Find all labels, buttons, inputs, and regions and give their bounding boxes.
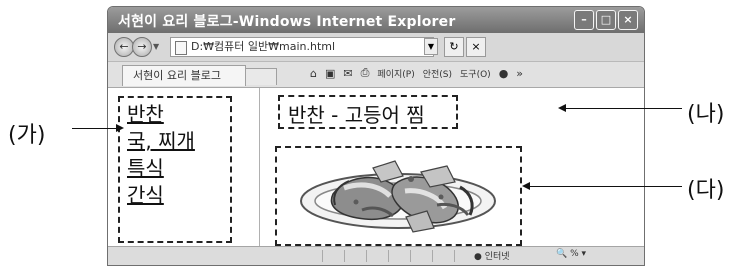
- braised-mackerel-image: [300, 160, 496, 233]
- safety-menu[interactable]: 안전(S): [423, 67, 452, 80]
- label-da: (다): [687, 178, 725, 203]
- browser-window: 서현이 요리 블로그-Windows Internet Explorer – □…: [107, 6, 645, 266]
- nav-link-special-food[interactable]: 특식: [127, 156, 195, 180]
- internet-zone[interactable]: ● 인터넷: [474, 249, 510, 262]
- active-tab[interactable]: 서현이 요리 블로그: [122, 65, 246, 86]
- callout-line-da: [530, 186, 682, 187]
- title-area: 반찬 - 고등어 찜: [278, 95, 458, 129]
- print-icon[interactable]: ⎙: [361, 66, 370, 80]
- arrow-na-icon: [558, 104, 566, 112]
- status-separator: [322, 250, 323, 262]
- nav-link-soup-stew[interactable]: 국, 찌개: [127, 129, 195, 153]
- mail-icon[interactable]: ✉: [343, 67, 352, 80]
- navigation-area: 반찬 국, 찌개 특식 간식: [118, 96, 232, 243]
- zone-label: 인터넷: [484, 252, 510, 262]
- main-frame: 반찬 - 고등어 찜: [260, 88, 644, 246]
- page-icon: [175, 41, 187, 55]
- stop-button[interactable]: ×: [466, 37, 486, 57]
- arrow-da-icon: [522, 182, 530, 190]
- back-button[interactable]: ←: [114, 37, 134, 57]
- arrow-ga-icon: [116, 124, 124, 132]
- status-bar: ● 인터넷 🔍 % ▾: [108, 246, 644, 265]
- feed-icon[interactable]: ▣: [325, 67, 335, 80]
- page-menu[interactable]: 페이지(P): [377, 67, 414, 80]
- status-separator: [366, 250, 367, 262]
- more-icon[interactable]: »: [516, 67, 523, 80]
- maximize-icon[interactable]: □: [596, 10, 616, 30]
- address-dropdown-icon[interactable]: ▼: [424, 38, 438, 55]
- new-tab-button[interactable]: [245, 68, 277, 85]
- refresh-button[interactable]: ↻: [444, 37, 464, 57]
- window-title: 서현이 요리 블로그-Windows Internet Explorer: [118, 14, 456, 30]
- close-icon[interactable]: ×: [618, 10, 638, 30]
- minimize-icon[interactable]: –: [574, 10, 594, 30]
- nav-link-snacks[interactable]: 간식: [127, 183, 195, 207]
- callout-line-na: [566, 108, 682, 109]
- window-controls: – □ ×: [574, 10, 638, 30]
- address-text: D:₩컴퓨터 일반₩main.html: [191, 40, 336, 53]
- zoom-label: %: [570, 249, 579, 259]
- label-na: (나): [687, 102, 725, 127]
- status-separator: [388, 250, 389, 262]
- image-area: [275, 146, 522, 246]
- status-separator: [410, 250, 411, 262]
- navigation-links: 반찬 국, 찌개 특식 간식: [127, 102, 195, 210]
- command-bar: ⌂ ▣ ✉ ⎙ 페이지(P) 안전(S) 도구(O) ● »: [310, 66, 523, 80]
- left-frame: 반찬 국, 찌개 특식 간식: [108, 88, 260, 246]
- home-icon[interactable]: ⌂: [310, 67, 317, 80]
- status-separator: [344, 250, 345, 262]
- address-bar: ← → ▼ D:₩컴퓨터 일반₩main.html ▼ ↻ ×: [108, 33, 644, 62]
- tab-row: 서현이 요리 블로그 ⌂ ▣ ✉ ⎙ 페이지(P) 안전(S) 도구(O) ● …: [108, 62, 644, 88]
- help-icon[interactable]: ●: [499, 67, 509, 80]
- label-ga: (가): [8, 123, 46, 148]
- page-title: 반찬 - 고등어 찜: [288, 103, 425, 127]
- status-separator: [454, 250, 455, 262]
- tools-menu[interactable]: 도구(O): [460, 67, 491, 80]
- address-input[interactable]: D:₩컴퓨터 일반₩main.html: [170, 37, 434, 57]
- history-dropdown-icon[interactable]: ▼: [153, 42, 159, 51]
- callout-line-ga: [72, 128, 116, 129]
- nav-link-side-dishes[interactable]: 반찬: [127, 102, 195, 126]
- zoom-control[interactable]: 🔍 % ▾: [556, 249, 586, 259]
- status-separator: [432, 250, 433, 262]
- forward-button[interactable]: →: [132, 37, 152, 57]
- title-bar: 서현이 요리 블로그-Windows Internet Explorer – □…: [108, 7, 644, 33]
